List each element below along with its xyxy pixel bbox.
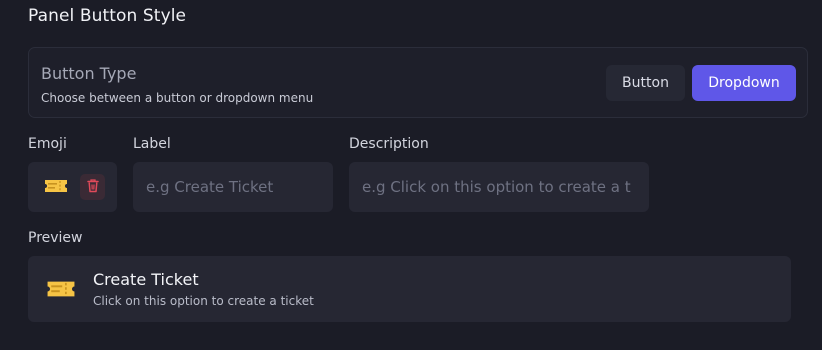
trash-icon [86, 178, 100, 197]
description-field-label: Description [349, 136, 429, 152]
label-input[interactable]: e.g Create Ticket [133, 162, 333, 212]
ticket-icon [45, 278, 77, 304]
label-field-label: Label [133, 136, 171, 152]
panel-button-style-section: Panel Button Style Button Type Choose be… [0, 0, 822, 350]
button-type-heading: Button Type [41, 64, 137, 83]
preview-card: Create Ticket Click on this option to cr… [28, 256, 791, 322]
emoji-picker[interactable] [28, 162, 117, 212]
preview-label: Preview [28, 230, 83, 246]
preview-description: Click on this option to create a ticket [93, 294, 314, 308]
button-type-card: Button Type Choose between a button or d… [28, 47, 808, 118]
button-option-dropdown[interactable]: Dropdown [692, 65, 796, 101]
section-title: Panel Button Style [28, 6, 187, 26]
button-type-description: Choose between a button or dropdown menu [41, 91, 314, 105]
preview-title: Create Ticket [93, 270, 199, 289]
button-option-button[interactable]: Button [606, 65, 685, 101]
emoji-field-label: Emoji [28, 136, 67, 152]
remove-emoji-button[interactable] [80, 174, 105, 200]
description-input[interactable]: e.g Click on this option to create a t [349, 162, 649, 212]
ticket-icon[interactable] [43, 177, 69, 199]
